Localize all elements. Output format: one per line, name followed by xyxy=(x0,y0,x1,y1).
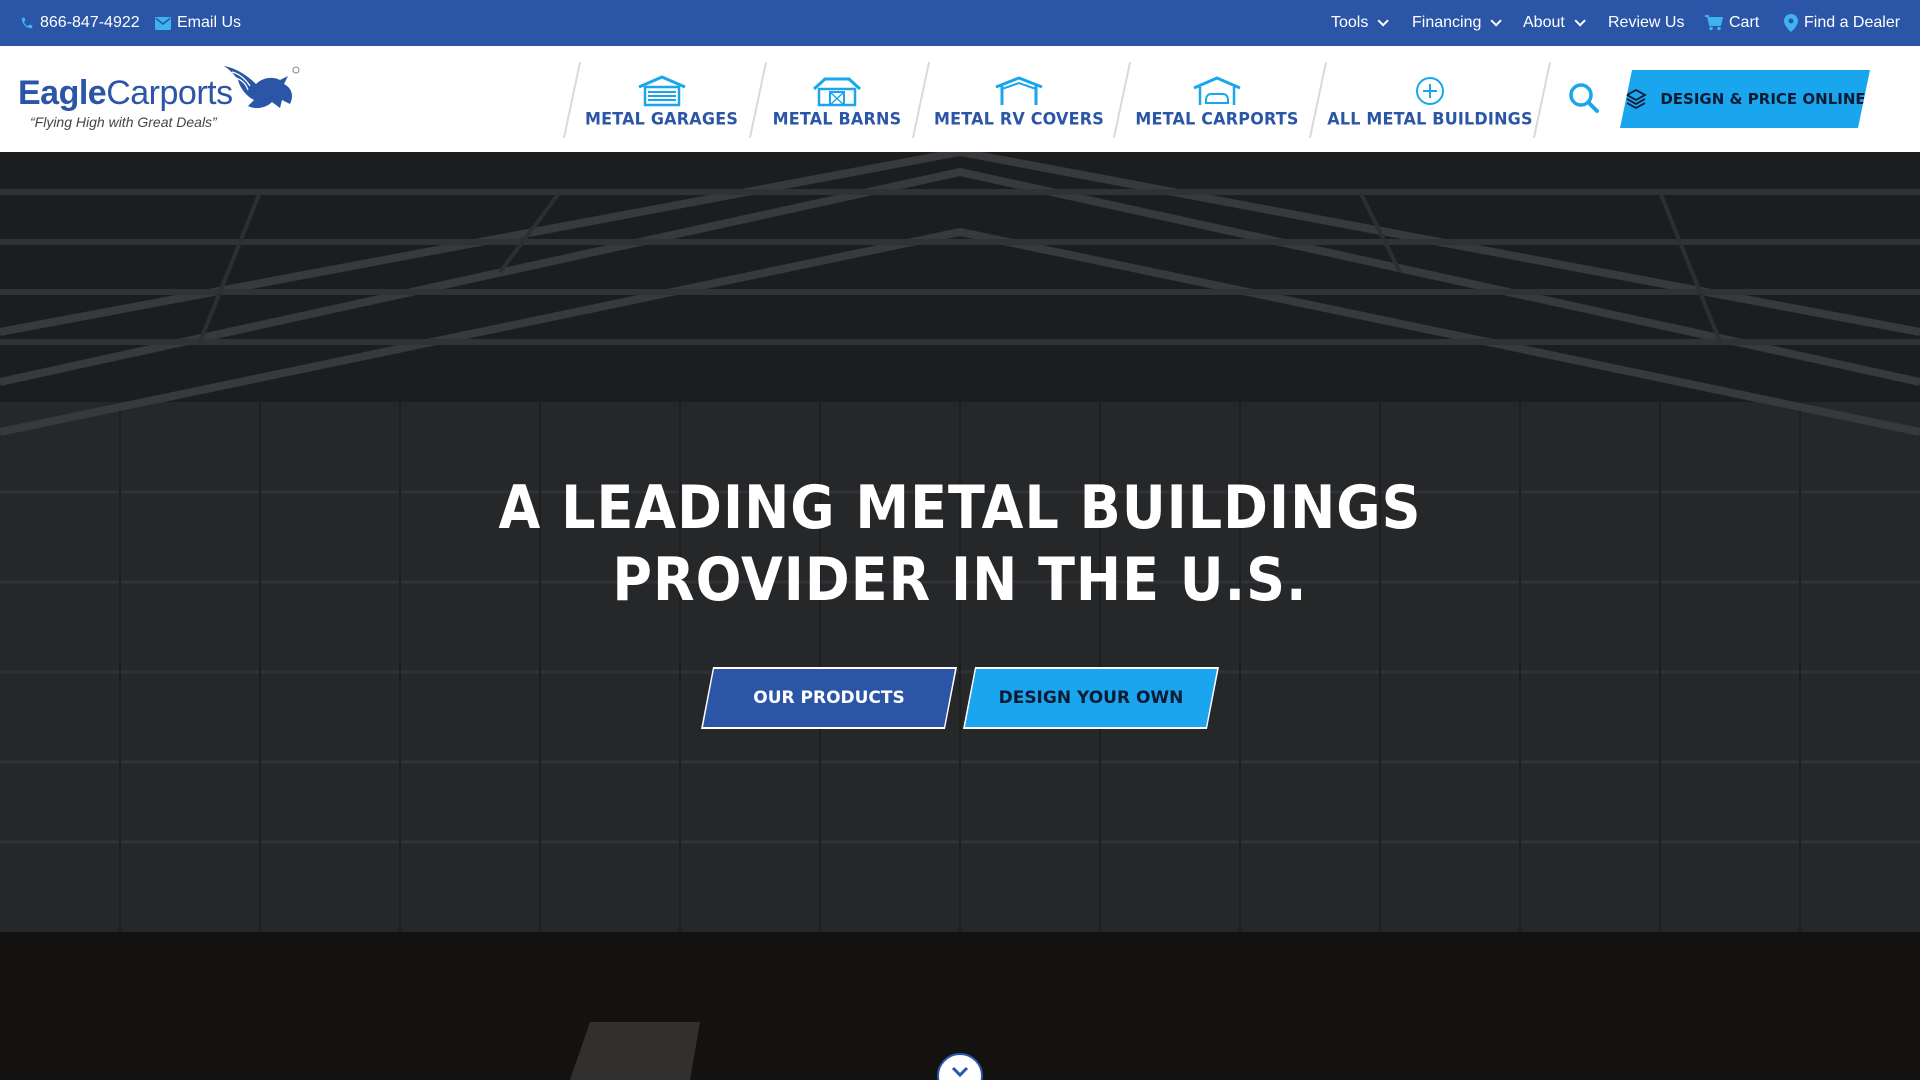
design-price-online-button[interactable]: DESIGN & PRICE ONLINE xyxy=(1620,70,1870,128)
phone-link[interactable]: 866-847-4922 xyxy=(20,0,140,46)
nav-label: METAL RV COVERS xyxy=(934,107,1105,129)
design-your-own-button[interactable]: DESIGN YOUR OWN xyxy=(963,667,1219,729)
nav-label: METAL CARPORTS xyxy=(1135,107,1299,129)
nav-divider xyxy=(1308,62,1328,138)
chevron-down-icon xyxy=(1377,15,1390,27)
logo-wordmark: EagleCarports xyxy=(18,74,233,112)
nav-label: METAL GARAGES xyxy=(584,107,739,129)
search-icon xyxy=(1569,83,1599,113)
nav-all-metal-buildings[interactable]: ALL METAL BUILDINGS xyxy=(1327,46,1533,152)
nav-label: ALL METAL BUILDINGS xyxy=(1327,107,1533,129)
email-link[interactable]: Email Us xyxy=(155,0,241,46)
hero-title-line-2: PROVIDER IN THE U.S. xyxy=(612,544,1308,615)
chevron-down-icon xyxy=(951,1066,969,1078)
review-us-link[interactable]: Review Us xyxy=(1608,0,1684,46)
find-dealer-link[interactable]: Find a Dealer xyxy=(1784,0,1900,46)
cart-icon xyxy=(1705,15,1723,31)
review-label: Review Us xyxy=(1608,14,1685,31)
dealer-label: Find a Dealer xyxy=(1804,14,1901,31)
eagle-icon xyxy=(224,66,300,109)
top-utility-bar: 866-847-4922 Email Us Tools Financing Ab… xyxy=(0,0,1920,46)
hero-section: A LEADING METAL BUILDINGS PROVIDER IN TH… xyxy=(0,152,1920,1080)
our-products-label: OUR PRODUCTS xyxy=(703,669,955,727)
nav-label: METAL BARNS xyxy=(772,107,902,129)
nav-divider xyxy=(562,62,582,138)
search-button[interactable] xyxy=(1566,80,1602,116)
nav-divider xyxy=(1532,62,1552,138)
tools-label: Tools xyxy=(1331,14,1369,31)
nav-metal-rv-covers[interactable]: METAL RV COVERS xyxy=(934,46,1105,152)
chevron-down-icon xyxy=(1490,15,1503,27)
nav-metal-carports[interactable]: METAL CARPORTS xyxy=(1135,46,1299,152)
envelope-icon xyxy=(155,16,171,30)
about-label: About xyxy=(1523,14,1565,31)
nav-metal-garages[interactable]: METAL GARAGES xyxy=(584,46,739,152)
about-menu[interactable]: About xyxy=(1523,0,1586,46)
phone-number: 866-847-4922 xyxy=(40,14,140,31)
hero-title: A LEADING METAL BUILDINGS PROVIDER IN TH… xyxy=(0,472,1920,616)
nav-divider xyxy=(748,62,768,138)
carport-icon xyxy=(1191,71,1243,107)
email-label: Email Us xyxy=(177,14,242,31)
cta-label: DESIGN & PRICE ONLINE xyxy=(1660,90,1866,108)
nav-divider xyxy=(1112,62,1132,138)
rv-cover-icon xyxy=(993,71,1045,107)
nav-metal-barns[interactable]: METAL BARNS xyxy=(772,46,902,152)
cart-link[interactable]: Cart xyxy=(1705,0,1759,46)
plus-circle-icon xyxy=(1414,71,1446,107)
logo-tagline: “Flying High with Great Deals” xyxy=(30,114,217,130)
cart-label: Cart xyxy=(1729,14,1760,31)
layers-icon xyxy=(1624,87,1648,111)
tools-menu[interactable]: Tools xyxy=(1331,0,1390,46)
financing-label: Financing xyxy=(1412,14,1482,31)
map-pin-icon xyxy=(1784,14,1798,32)
financing-menu[interactable]: Financing xyxy=(1412,0,1503,46)
chevron-down-icon xyxy=(1574,15,1586,27)
hero-title-line-1: A LEADING METAL BUILDINGS xyxy=(498,472,1422,543)
phone-icon xyxy=(20,16,34,30)
eagle-carports-logo[interactable]: EagleCarports “Flying High with Great De… xyxy=(18,62,300,142)
design-your-own-label: DESIGN YOUR OWN xyxy=(965,669,1217,727)
barn-icon xyxy=(811,71,863,107)
our-products-button[interactable]: OUR PRODUCTS xyxy=(701,667,957,729)
nav-divider xyxy=(911,62,931,138)
main-header: EagleCarports “Flying High with Great De… xyxy=(0,46,1920,152)
garage-icon xyxy=(636,71,688,107)
